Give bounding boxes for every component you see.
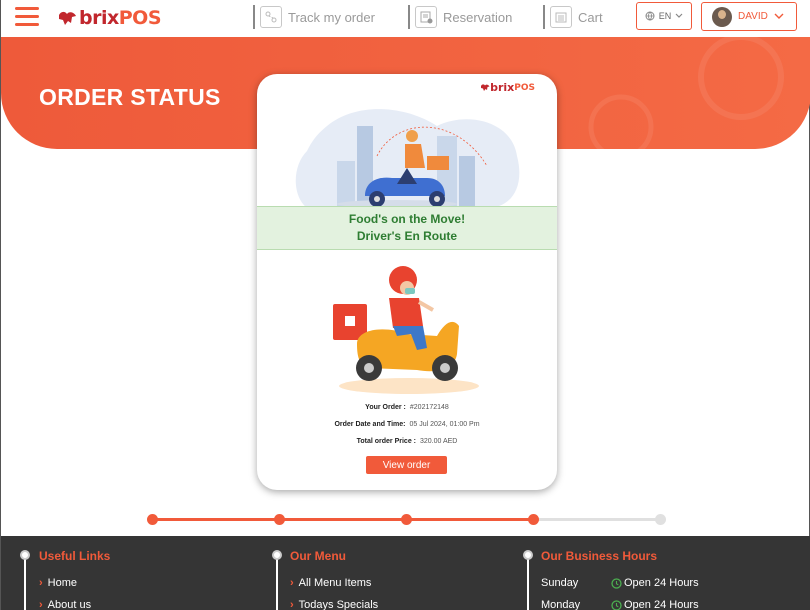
- order-price-value: 320.00 AED: [420, 438, 458, 445]
- progress-step: [528, 514, 539, 525]
- page-title: ORDER STATUS: [39, 84, 221, 110]
- nav-reservation-label: Reservation: [443, 9, 513, 25]
- order-price-label: Total order Price :: [356, 438, 416, 445]
- delivery-rider-illustration: [333, 266, 479, 394]
- order-status-card: brix POS Food's on the Move! Driver's En…: [257, 74, 557, 490]
- view-order-button[interactable]: View order: [366, 456, 447, 474]
- card-logo: brix POS: [480, 81, 535, 94]
- nav-divider: [253, 5, 255, 29]
- chevron-right-icon: ›: [39, 577, 43, 589]
- chevron-right-icon: ›: [39, 599, 43, 610]
- order-status-message: Food's on the Move! Driver's En Route: [257, 206, 557, 250]
- order-price-row: Total order Price : 320.00 AED: [257, 438, 557, 445]
- useful-links-title: Useful Links: [39, 549, 111, 563]
- progress-step: [655, 514, 666, 525]
- footer-timeline: [276, 556, 278, 610]
- language-selector[interactable]: EN: [636, 2, 692, 30]
- footer-timeline: [24, 556, 26, 610]
- nav-divider: [408, 5, 410, 29]
- delivery-city-illustration: [295, 109, 520, 208]
- logo-brand-text: brix: [79, 7, 119, 29]
- nav-reservation[interactable]: Reservation: [415, 5, 512, 29]
- footer-link-all-menu[interactable]: › All Menu Items: [290, 577, 371, 589]
- clock-icon: [611, 599, 622, 610]
- card-logo-suffix: POS: [514, 82, 535, 93]
- progress-step: [274, 514, 285, 525]
- footer-link-label: Home: [47, 577, 78, 589]
- clock-icon: [611, 577, 622, 589]
- footer-link-label: Todays Specials: [298, 599, 379, 610]
- hours-day: Monday: [541, 599, 581, 610]
- order-date-row: Order Date and Time: 05 Jul 2024, 01:00 P…: [257, 421, 557, 428]
- menu-icon[interactable]: [15, 7, 39, 27]
- hours-day: Sunday: [541, 577, 579, 589]
- chevron-down-icon: [675, 13, 683, 18]
- chevron-right-icon: ›: [290, 577, 294, 589]
- nav-track-label: Track my order: [288, 9, 375, 25]
- track-icon: [260, 6, 282, 28]
- language-code: EN: [658, 11, 672, 21]
- nav-divider: [543, 5, 545, 29]
- bull-logo-icon: [59, 11, 76, 25]
- footer-link-specials[interactable]: › Todays Specials: [290, 599, 378, 610]
- order-date-value: 05 Jul 2024, 01:00 Pm: [409, 421, 480, 428]
- reservation-icon: [415, 6, 437, 28]
- progress-line-pending: [534, 518, 661, 521]
- footer-link-label: All Menu Items: [298, 577, 372, 589]
- footer-timeline: [527, 556, 529, 610]
- our-menu-title: Our Menu: [290, 549, 346, 563]
- progress-step: [401, 514, 412, 525]
- avatar: [712, 6, 732, 27]
- chevron-right-icon: ›: [290, 599, 294, 610]
- brand-logo[interactable]: brixPOS: [57, 5, 162, 31]
- hours-row: Monday Open 24 Hours: [541, 599, 699, 610]
- globe-icon: [645, 11, 655, 21]
- order-number-row: Your Order : #202172148: [257, 404, 557, 411]
- hours-value: Open 24 Hours: [624, 599, 699, 610]
- top-header: brixPOS Track my order Reservation Cart …: [1, 0, 810, 37]
- progress-step: [147, 514, 158, 525]
- order-number-label: Your Order :: [365, 404, 406, 411]
- progress-line-complete: [153, 518, 534, 521]
- status-line-2: Driver's En Route: [356, 229, 458, 243]
- chevron-down-icon: [774, 13, 784, 19]
- order-number-value: #202172148: [409, 404, 449, 411]
- hours-value: Open 24 Hours: [624, 577, 699, 589]
- footer-link-home[interactable]: › Home: [39, 577, 77, 589]
- cart-icon: [550, 6, 572, 28]
- footer-bullet: [20, 550, 30, 560]
- hours-row: Sunday Open 24 Hours: [541, 577, 699, 589]
- card-logo-brand: brix: [490, 81, 515, 94]
- footer-bullet: [523, 550, 533, 560]
- footer-bullet: [272, 550, 282, 560]
- logo-suffix-text: POS: [118, 7, 162, 29]
- order-date-label: Order Date and Time:: [334, 421, 406, 428]
- nav-cart-label: Cart: [578, 9, 603, 25]
- nav-cart[interactable]: Cart: [550, 5, 603, 29]
- status-line-1: Food's on the Move!: [348, 212, 466, 226]
- nav-track-order[interactable]: Track my order: [260, 5, 375, 29]
- business-hours-title: Our Business Hours: [541, 549, 658, 563]
- site-footer: Useful Links › Home › About us Our Menu › A…: [1, 536, 810, 610]
- user-menu[interactable]: DAVID: [701, 2, 797, 31]
- footer-link-label: About us: [47, 599, 92, 610]
- bull-logo-icon: [481, 84, 490, 91]
- footer-link-about[interactable]: › About us: [39, 599, 91, 610]
- user-name: DAVID: [738, 11, 768, 22]
